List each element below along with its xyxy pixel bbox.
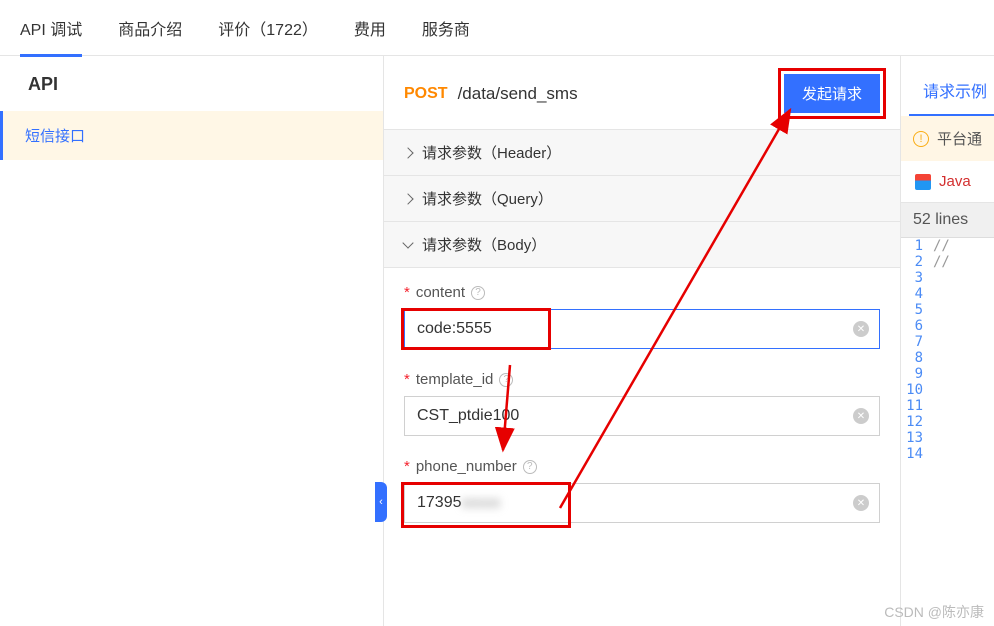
chevron-right-icon (402, 147, 413, 158)
top-tabs: API 调试 商品介绍 评价（1722） 费用 服务商 (0, 0, 994, 56)
tab-reviews[interactable]: 评价（1722） (218, 0, 318, 56)
drag-handle[interactable]: ‹ (375, 482, 387, 522)
phone-number-label: * phone_number ? (404, 458, 880, 475)
java-icon (915, 174, 931, 190)
platform-notice: ! 平台通 (901, 116, 994, 161)
template-id-input[interactable] (417, 407, 843, 425)
code-example-panel: 请求示例 ! 平台通 Java 52 lines 1// 2// 3 4 5 6… (900, 56, 994, 626)
help-icon[interactable]: ? (523, 460, 537, 474)
request-form: POST /data/send_sms 发起请求 请求参数（Header） 请求… (384, 56, 900, 626)
lines-count: 52 lines (901, 203, 994, 238)
tab-cost[interactable]: 费用 (354, 0, 386, 56)
code-viewer: 1// 2// 3 4 5 6 7 8 9 10 11 12 13 14 (901, 238, 994, 462)
endpoint-path: /data/send_sms (458, 84, 578, 104)
lang-tab-java[interactable]: Java (901, 161, 994, 203)
phone-number-input[interactable]: 17395 (417, 494, 462, 512)
examples-tab[interactable]: 请求示例 (909, 56, 994, 116)
api-sidebar: API 短信接口 (0, 56, 384, 626)
accordion-header-params[interactable]: 请求参数（Header） (384, 129, 900, 176)
sidebar-header: API (0, 74, 383, 111)
clear-icon[interactable]: ✕ (853, 408, 869, 424)
content-input[interactable] (417, 320, 843, 338)
watermark: CSDN @陈亦康 (884, 602, 984, 622)
template-id-label: * template_id ? (404, 371, 880, 388)
clear-icon[interactable]: ✕ (853, 495, 869, 511)
chevron-right-icon (402, 193, 413, 204)
template-id-input-wrap[interactable]: ✕ (404, 396, 880, 436)
help-icon[interactable]: ? (499, 373, 513, 387)
chevron-down-icon (402, 237, 413, 248)
tab-product-intro[interactable]: 商品介绍 (118, 0, 182, 56)
tab-api-debug[interactable]: API 调试 (20, 0, 82, 56)
method-badge: POST (404, 85, 448, 103)
phone-number-input-wrap[interactable]: 1739500000 ✕ (404, 483, 880, 523)
tab-provider[interactable]: 服务商 (422, 0, 470, 56)
clear-icon[interactable]: ✕ (853, 321, 869, 337)
content-label: * content ? (404, 284, 880, 301)
warning-icon: ! (913, 131, 929, 147)
accordion-query-params[interactable]: 请求参数（Query） (384, 176, 900, 222)
content-input-wrap[interactable]: ✕ (404, 309, 880, 349)
accordion-body-params[interactable]: 请求参数（Body） (384, 222, 900, 268)
send-request-button[interactable]: 发起请求 (784, 74, 880, 113)
help-icon[interactable]: ? (471, 286, 485, 300)
sidebar-item-sms[interactable]: 短信接口 (0, 111, 383, 160)
